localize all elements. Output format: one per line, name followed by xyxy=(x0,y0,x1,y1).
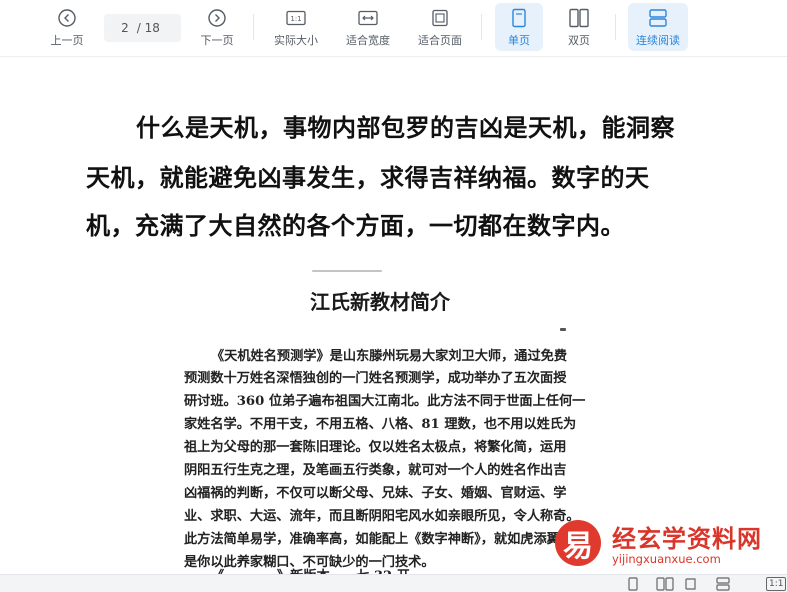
continuous-reading-label: 连续阅读 xyxy=(636,34,680,47)
page-number-input[interactable]: 2 / 18 xyxy=(104,14,181,42)
prev-page-label: 上一页 xyxy=(50,34,84,47)
watermark-logo: 易 xyxy=(555,520,601,566)
single-page-icon xyxy=(510,7,528,29)
scan-text-line: 祖上为父母的那一套陈旧理论。仅以姓名太极点，将繁化简，运用 xyxy=(184,440,567,455)
double-page-icon xyxy=(568,7,590,29)
scan-text-line: 预测数十万姓名深悟独创的一门姓名预测学，成功举办了五次面授 xyxy=(184,371,567,386)
prev-page-button[interactable]: 上一页 xyxy=(44,3,90,51)
watermark-url: yijingxuanxue.com xyxy=(612,552,721,566)
fit-page-icon xyxy=(431,7,449,29)
scan-text-line: 家姓名学。不用干支，不用五格、八格、81 理数，也不用以姓氏为 xyxy=(184,417,577,432)
scan-text-line: 《…………》新版本……七 32 开…… xyxy=(211,565,631,574)
continuous-reading-icon[interactable] xyxy=(716,577,730,591)
toolbar-divider xyxy=(481,14,482,40)
double-page-icon[interactable] xyxy=(656,577,674,591)
body-text-line: 什么是天机，事物内部包罗的吉凶是天机，能洞察 xyxy=(136,114,675,142)
continuous-reading-button[interactable]: 连续阅读 xyxy=(628,3,688,51)
body-text-line: 天机，就能避免凶事发生，求得吉祥纳福。数字的天 xyxy=(86,164,650,192)
single-page-label: 单页 xyxy=(508,34,530,47)
chevron-right-circle-icon xyxy=(207,7,227,29)
actual-size-button[interactable]: 1:1 实际大小 xyxy=(268,3,324,51)
single-page-button[interactable]: 单页 xyxy=(495,3,543,51)
scan-text-line: 研讨班。360 位弟子遍布祖国大江南北。此方法不同于世面上任何一 xyxy=(184,394,586,409)
watermark-name: 经玄学资料网 xyxy=(612,525,762,553)
actual-size-indicator[interactable]: 1:1 xyxy=(766,577,787,591)
double-page-button[interactable]: 双页 xyxy=(556,3,602,51)
fit-width-label: 适合宽度 xyxy=(346,34,390,47)
chevron-left-circle-icon xyxy=(57,7,77,29)
fit-width-button[interactable]: 适合宽度 xyxy=(340,3,396,51)
total-pages: / 18 xyxy=(136,21,160,35)
toolbar-divider xyxy=(253,14,254,40)
scan-text-line: 凶福祸的判断，不仅可以断父母、兄妹、子女、婚姻、官财运、学 xyxy=(184,486,567,501)
continuous-reading-icon xyxy=(648,7,668,29)
fit-width-icon xyxy=(358,7,378,29)
scan-text-line: 《天机姓名预测学》是山东滕州玩易大家刘卫大师，通过免费 xyxy=(211,349,568,364)
svg-text:1:1: 1:1 xyxy=(290,15,301,23)
current-page: 2 xyxy=(121,21,129,35)
document-page: 什么是天机，事物内部包罗的吉凶是天机，能洞察 天机，就能避免凶事发生，求得吉祥纳… xyxy=(0,57,787,574)
double-page-label: 双页 xyxy=(568,34,590,47)
scan-artifact xyxy=(560,328,566,331)
toolbar-divider xyxy=(615,14,616,40)
book-icon[interactable] xyxy=(684,577,698,591)
fit-page-button[interactable]: 适合页面 xyxy=(412,3,468,51)
bottom-status-bar: 1:1 xyxy=(0,574,787,592)
next-page-button[interactable]: 下一页 xyxy=(194,3,240,51)
single-page-icon[interactable] xyxy=(626,577,640,591)
fit-page-label: 适合页面 xyxy=(418,34,462,47)
scan-section-title: 江氏新教材简介 xyxy=(310,290,450,314)
body-text-line: 机，充满了大自然的各个方面，一切都在数字内。 xyxy=(86,212,625,240)
next-page-label: 下一页 xyxy=(200,34,234,47)
actual-size-label: 实际大小 xyxy=(274,34,318,47)
scan-artifact xyxy=(312,270,382,272)
actual-size-icon: 1:1 xyxy=(286,7,306,29)
scan-text-line: 阴阳五行生克之理，及笔画五行类象，就可对一个人的姓名作出吉 xyxy=(184,463,567,478)
viewer-toolbar: 上一页 2 / 18 下一页 1:1 实际大小 适合宽度 适合页面 单页 双页 … xyxy=(0,0,787,57)
